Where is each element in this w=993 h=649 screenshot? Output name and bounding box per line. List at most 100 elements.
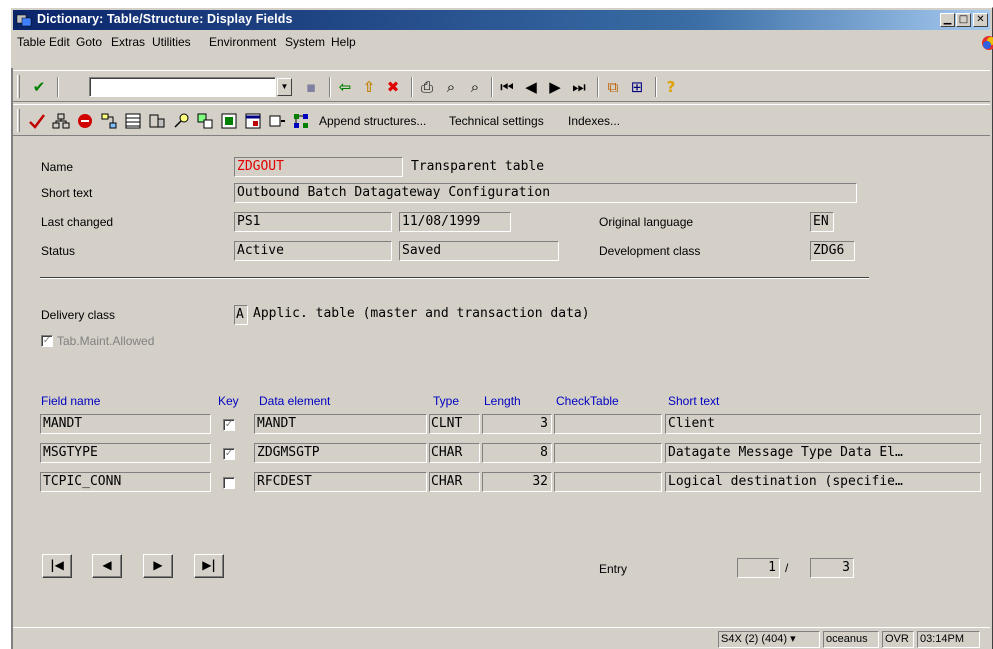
find-icon[interactable]: ⌕: [441, 77, 461, 97]
system-dropdown-icon[interactable]: ▾: [790, 633, 796, 645]
foreign-key-icon[interactable]: [195, 111, 215, 131]
command-dropdown-button[interactable]: ▼: [277, 78, 292, 96]
hierarchy-icon[interactable]: [99, 111, 119, 131]
menu-system[interactable]: System: [285, 35, 325, 49]
column-header-check-table[interactable]: CheckTable: [556, 394, 619, 408]
save-icon[interactable]: ▪: [301, 77, 321, 97]
search-help-icon[interactable]: [171, 111, 191, 131]
row-1-length[interactable]: 3: [482, 414, 552, 434]
toolbar-separator: [57, 77, 59, 97]
development-class-field[interactable]: ZDG6: [810, 241, 855, 261]
short-text-label: Short text: [41, 186, 93, 200]
column-header-key[interactable]: Key: [218, 394, 239, 408]
row-3-check-table[interactable]: [554, 472, 662, 492]
column-header-type[interactable]: Type: [433, 394, 459, 408]
check-icon[interactable]: [27, 111, 47, 131]
create-shortcut-icon[interactable]: ⊞: [627, 77, 647, 97]
menu-environment[interactable]: Environment: [209, 35, 276, 49]
append-structures-button[interactable]: Append structures...: [319, 114, 426, 128]
row-3-short-text[interactable]: Logical destination (specifie…: [665, 472, 981, 492]
row-3-key-checkbox[interactable]: [223, 477, 235, 489]
menu-extras[interactable]: Extras: [111, 35, 145, 49]
row-3-type[interactable]: CHAR: [429, 472, 480, 492]
close-button[interactable]: ✕: [973, 13, 988, 27]
column-header-length[interactable]: Length: [484, 394, 521, 408]
technical-settings-button[interactable]: Technical settings: [449, 114, 544, 128]
last-changed-date-field[interactable]: 11/08/1999: [399, 212, 511, 232]
input-icon[interactable]: [243, 111, 263, 131]
menu-goto[interactable]: Goto: [76, 35, 102, 49]
insert-mode-field[interactable]: OVR: [882, 631, 914, 648]
last-changed-user-field[interactable]: PS1: [234, 212, 392, 232]
table-contents-icon[interactable]: [123, 111, 143, 131]
row-2-short-text[interactable]: Datagate Message Type Data El…: [665, 443, 981, 463]
row-3-data-element[interactable]: RFCDEST: [254, 472, 427, 492]
status-field[interactable]: Active: [234, 241, 392, 261]
activate-icon[interactable]: [75, 111, 95, 131]
menu-edit[interactable]: Edit: [49, 35, 70, 49]
structure-icon[interactable]: [147, 111, 167, 131]
next-icon[interactable]: [267, 111, 287, 131]
row-1-check-table[interactable]: [554, 414, 662, 434]
next-entry-button[interactable]: ▶: [143, 554, 173, 578]
row-2-key-checkbox[interactable]: ✓: [223, 448, 235, 460]
section-divider: [40, 277, 869, 279]
row-2-data-element[interactable]: ZDGMSGTP: [254, 443, 427, 463]
row-2-length[interactable]: 8: [482, 443, 552, 463]
row-2-field-name[interactable]: MSGTYPE: [40, 443, 211, 463]
row-1-data-element[interactable]: MANDT: [254, 414, 427, 434]
previous-entry-button[interactable]: ◀: [92, 554, 122, 578]
next-page-icon[interactable]: ▶: [545, 77, 565, 97]
minimize-button[interactable]: ▁: [940, 13, 955, 27]
help-icon[interactable]: ?: [661, 77, 681, 97]
system-info-field[interactable]: S4X (2) (404) ▾: [718, 631, 820, 648]
create-session-icon[interactable]: ⧉: [603, 77, 623, 97]
cancel-icon[interactable]: ✖: [383, 77, 403, 97]
menu-table[interactable]: Table: [17, 35, 46, 49]
name-field[interactable]: ZDGOUT: [234, 157, 403, 177]
sap-window: Dictionary: Table/Structure: Display Fie…: [10, 7, 993, 649]
column-header-field-name[interactable]: Field name: [41, 394, 100, 408]
print-icon[interactable]: ⎙: [417, 77, 437, 97]
column-header-short-text[interactable]: Short text: [668, 394, 719, 408]
entry-current-field[interactable]: 1: [737, 558, 780, 578]
command-field[interactable]: [89, 77, 276, 97]
row-2-check-table[interactable]: [554, 443, 662, 463]
last-entry-button[interactable]: ▶|: [194, 554, 224, 578]
menu-help[interactable]: Help: [331, 35, 356, 49]
first-entry-button[interactable]: |◀: [42, 554, 72, 578]
graphic-icon[interactable]: [291, 111, 311, 131]
saved-status-field[interactable]: Saved: [399, 241, 559, 261]
menu-utilities[interactable]: Utilities: [152, 35, 191, 49]
development-class-label: Development class: [599, 244, 701, 258]
row-1-short-text[interactable]: Client: [665, 414, 981, 434]
short-text-field[interactable]: Outbound Batch Datagateway Configuration: [234, 183, 857, 203]
where-used-icon[interactable]: [51, 111, 71, 131]
indexes-button[interactable]: Indexes...: [568, 114, 620, 128]
back-icon[interactable]: ⇦: [335, 77, 355, 97]
sap-window-icon: [16, 14, 32, 27]
system-info-text: S4X (2) (404): [721, 633, 788, 645]
row-3-field-name[interactable]: TCPIC_CONN: [40, 472, 211, 492]
delivery-class-code-field[interactable]: A: [234, 305, 248, 325]
customize-layout-icon[interactable]: [980, 34, 993, 52]
row-1-type[interactable]: CLNT: [429, 414, 480, 434]
original-language-field[interactable]: EN: [810, 212, 834, 232]
find-next-icon[interactable]: ⌕: [465, 77, 485, 97]
maximize-button[interactable]: □: [956, 13, 971, 27]
title-bar[interactable]: Dictionary: Table/Structure: Display Fie…: [13, 10, 990, 30]
last-page-icon[interactable]: ⏭: [569, 77, 589, 97]
exit-icon[interactable]: ⇧: [359, 77, 379, 97]
row-3-length[interactable]: 32: [482, 472, 552, 492]
table-kind-text: Transparent table: [411, 159, 545, 174]
tab-maint-allowed-checkbox[interactable]: ✓: [41, 335, 53, 347]
first-page-icon[interactable]: ⏮: [497, 77, 517, 97]
previous-page-icon[interactable]: ◀: [521, 77, 541, 97]
row-1-field-name[interactable]: MANDT: [40, 414, 211, 434]
output-icon[interactable]: [219, 111, 239, 131]
row-1-key-checkbox[interactable]: ✓: [223, 419, 235, 431]
enter-icon[interactable]: ✔: [29, 77, 49, 97]
delivery-class-label: Delivery class: [41, 308, 116, 322]
column-header-data-element[interactable]: Data element: [259, 394, 330, 408]
row-2-type[interactable]: CHAR: [429, 443, 480, 463]
